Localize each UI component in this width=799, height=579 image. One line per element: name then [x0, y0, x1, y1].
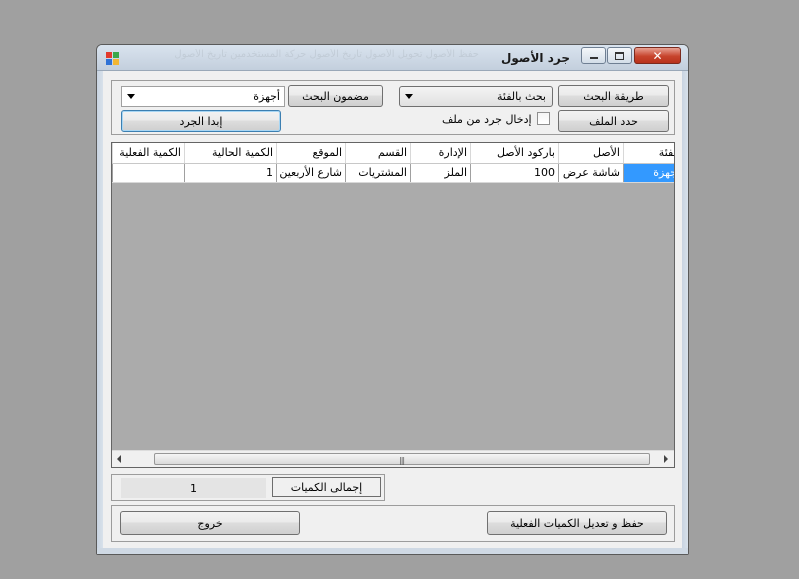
save-actual-quantities-button[interactable]: حفظ و تعديل الكميات الفعلية	[487, 511, 667, 535]
horizontal-scrollbar[interactable]: |||	[112, 450, 674, 467]
app-icon	[106, 52, 119, 65]
search-content-value: أجهزة	[253, 90, 280, 103]
grip-icon: |||	[399, 456, 405, 465]
col-header-asset[interactable]: الأصل	[558, 143, 623, 163]
col-header-barcode[interactable]: باركود الأصل	[470, 143, 558, 163]
col-header-section[interactable]: القسم	[345, 143, 410, 163]
scroll-left-icon[interactable]	[117, 455, 121, 463]
chevron-down-icon	[405, 94, 413, 99]
scroll-right-icon[interactable]	[664, 455, 668, 463]
chevron-down-icon	[127, 94, 135, 99]
exit-button[interactable]: خروج	[120, 511, 300, 535]
col-header-department[interactable]: الإدارة	[410, 143, 470, 163]
search-method-dropdown[interactable]: بحث بالفئة	[399, 86, 553, 107]
search-content-button[interactable]: مضمون البحث	[288, 85, 383, 107]
scrollbar-thumb[interactable]: |||	[154, 453, 650, 465]
search-group: طريقة البحث بحث بالفئة مضمون البحث أجهزة…	[111, 80, 675, 135]
minimize-button[interactable]	[581, 47, 606, 64]
cell-actual-qty[interactable]	[112, 164, 184, 182]
maximize-button[interactable]	[607, 47, 632, 64]
inventory-grid[interactable]: الفئة الأصل باركود الأصل الإدارة القسم ا…	[111, 142, 675, 468]
minimize-icon	[589, 57, 598, 59]
window-title: جرد الأصول	[500, 51, 570, 65]
cell-department[interactable]: الملز	[410, 164, 470, 182]
cell-location[interactable]: شارع الأربعين	[276, 164, 345, 182]
cell-section[interactable]: المشتريات	[345, 164, 410, 182]
file-entry-label: إدخال جرد من ملف	[442, 113, 532, 126]
select-file-button[interactable]: حدد الملف	[558, 110, 669, 132]
totals-group: إجمالى الكميات 1	[111, 474, 385, 501]
window-frame-left	[97, 71, 103, 554]
file-entry-checkbox[interactable]	[537, 112, 550, 125]
col-header-category[interactable]: الفئة	[623, 143, 674, 163]
asset-inventory-window: حفظ الأصول تحويل الأصول تاريخ الأصول حرك…	[96, 44, 689, 555]
start-inventory-button[interactable]: إبدا الجرد	[121, 110, 281, 132]
search-content-dropdown[interactable]: أجهزة	[121, 86, 285, 107]
title-bar[interactable]: حفظ الأصول تحويل الأصول تاريخ الأصول حرك…	[97, 45, 688, 71]
cell-barcode[interactable]: 100	[470, 164, 558, 182]
background-menu-ghost: حفظ الأصول تحويل الأصول تاريخ الأصول حرك…	[174, 49, 479, 60]
window-frame-bottom	[97, 548, 688, 554]
col-header-actual-qty[interactable]: الكمية الفعلية	[112, 143, 184, 163]
totals-value: 1	[121, 478, 266, 498]
table-row[interactable]: أجهزة شاشة عرض 100 الملز المشتريات شارع …	[112, 164, 674, 183]
cell-current-qty[interactable]: 1	[184, 164, 276, 182]
cell-category[interactable]: أجهزة	[623, 164, 674, 182]
search-method-button[interactable]: طريقة البحث	[558, 85, 669, 107]
grid-header: الفئة الأصل باركود الأصل الإدارة القسم ا…	[112, 143, 674, 164]
actions-group: حفظ و تعديل الكميات الفعلية خروج	[111, 505, 675, 542]
close-button[interactable]: ✕	[634, 47, 681, 64]
col-header-current-qty[interactable]: الكمية الحالية	[184, 143, 276, 163]
window-frame-right	[682, 71, 688, 554]
maximize-icon	[615, 51, 624, 60]
search-method-value: بحث بالفئة	[496, 90, 546, 103]
cell-asset[interactable]: شاشة عرض	[558, 164, 623, 182]
col-header-location[interactable]: الموقع	[276, 143, 345, 163]
close-icon: ✕	[652, 48, 663, 63]
totals-label: إجمالى الكميات	[272, 477, 381, 497]
